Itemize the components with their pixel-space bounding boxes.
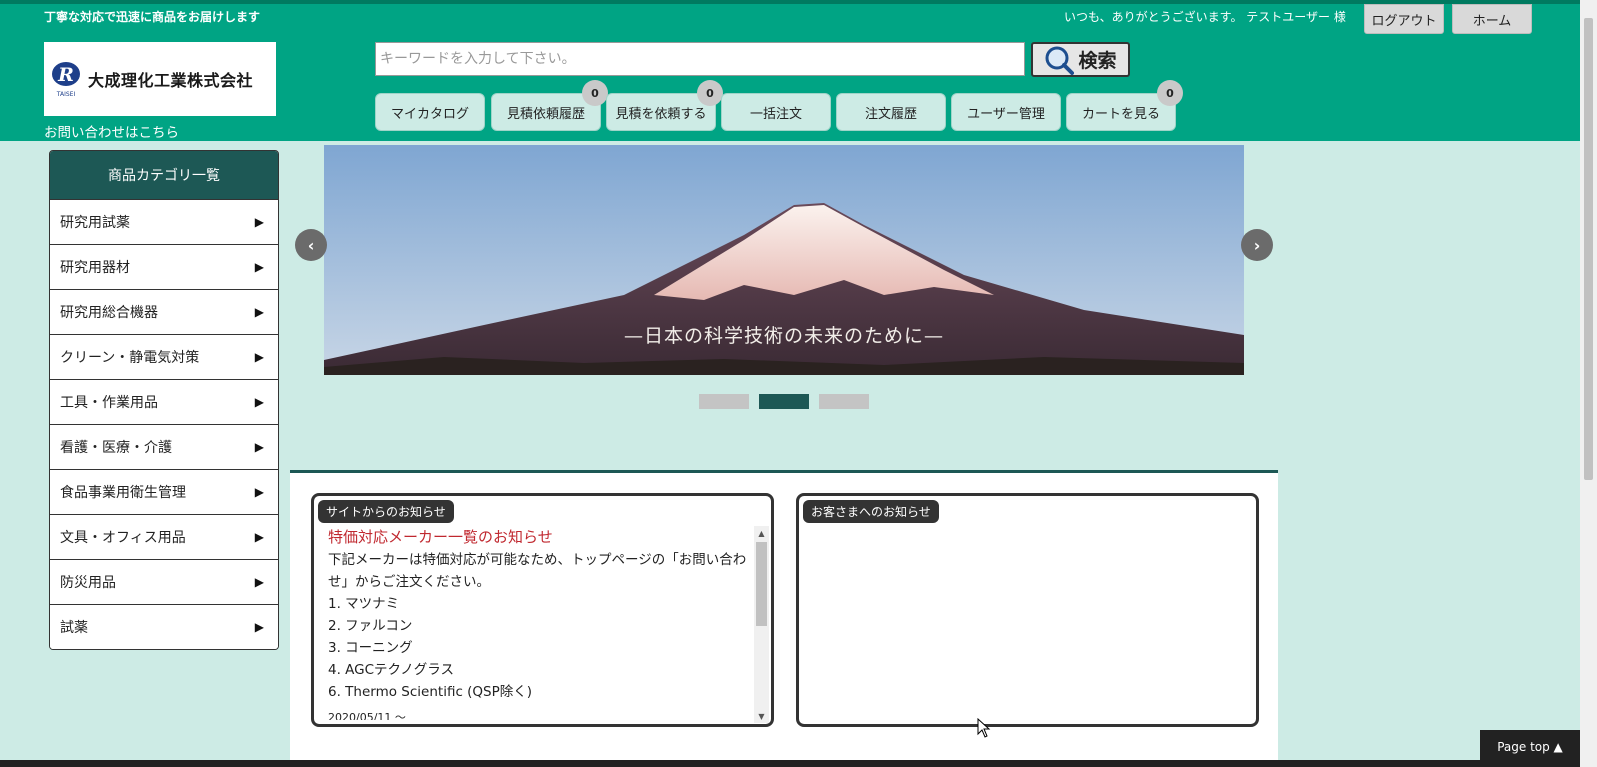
customer-notice-panel: お客さまへのお知らせ xyxy=(796,493,1259,727)
panel-tag: お客さまへのお知らせ xyxy=(803,500,939,523)
tagline: 丁寧な対応で迅速に商品をお届けします xyxy=(44,10,261,24)
list-item: 3. コーニング xyxy=(328,640,413,656)
list-item: 1. マツナミ xyxy=(328,596,400,612)
nav-label: ユーザー管理 xyxy=(967,106,1045,122)
sidebar-item-food-hygiene[interactable]: 食品事業用衛生管理 ▶ xyxy=(50,469,278,514)
category-sidebar: 商品カテゴリ一覧 研究用試薬 ▶ 研究用器材 ▶ 研究用総合機器 ▶ クリーン・静電気… xyxy=(49,150,279,650)
nav-label: 注文履歴 xyxy=(864,106,917,122)
notice-scroll-area[interactable]: 特価対応メーカー一覧のお知らせ 下記メーカーは特価対応が可能なため、トップページ… xyxy=(328,526,753,720)
site-header: 丁寧な対応で迅速に商品をお届けします いつも、ありがとうございます。 テストユー… xyxy=(0,0,1580,141)
scroll-up-icon[interactable]: ▲ xyxy=(754,526,769,540)
sidebar-item-research-equipment[interactable]: 研究用器材 ▶ xyxy=(50,244,278,289)
page-scrollbar[interactable] xyxy=(1580,0,1597,767)
hero-carousel[interactable]: —日本の科学技術の未来のために— xyxy=(324,145,1244,375)
home-button[interactable]: ホーム xyxy=(1452,4,1532,34)
sidebar-item-label: 研究用総合機器 xyxy=(60,305,158,321)
maker-list: 1. マツナミ 2. ファルコン 3. コーニング 4. AGCテクノグラス 6… xyxy=(328,593,753,703)
sidebar-item-reagents[interactable]: 試薬 ▶ xyxy=(50,604,278,649)
banner-caption: —日本の科学技術の未来のために— xyxy=(623,325,944,347)
magnifier-icon xyxy=(1045,46,1075,75)
nav-label: 一括注文 xyxy=(749,106,802,122)
sidebar-item-research-reagents[interactable]: 研究用試薬 ▶ xyxy=(50,199,278,244)
sidebar-item-label: 看護・医療・介護 xyxy=(60,440,172,456)
notice-title[interactable]: 特価対応メーカー一覧のお知らせ xyxy=(328,526,753,547)
logout-button[interactable]: ログアウト xyxy=(1364,4,1444,34)
panel-tag: サイトからのお知らせ xyxy=(318,500,454,523)
list-item: 4. AGCテクノグラス xyxy=(328,662,454,678)
list-item: 6. Thermo Scientific (QSP除く) xyxy=(328,684,533,700)
site-notice-panel: サイトからのお知らせ 特価対応メーカー一覧のお知らせ 下記メーカーは特価対応が可… xyxy=(311,493,774,727)
sidebar-item-nursing-medical[interactable]: 看護・医療・介護 ▶ xyxy=(50,424,278,469)
chevron-left-icon: ‹ xyxy=(307,235,315,255)
page-top-button[interactable]: Page top ▲ xyxy=(1480,730,1580,763)
arrow-right-icon: ▶ xyxy=(254,260,264,274)
taisei-logo-icon: R TAISEI xyxy=(50,58,82,100)
nav-user-management[interactable]: ユーザー管理 xyxy=(951,93,1061,131)
arrow-right-icon: ▶ xyxy=(254,620,264,634)
contact-link[interactable]: お問い合わせはこちら xyxy=(44,121,179,141)
nav-label: カートを見る xyxy=(1081,106,1160,122)
arrow-right-icon: ▶ xyxy=(254,215,264,229)
nav-request-quote[interactable]: 見積を依頼する 0 xyxy=(606,80,723,131)
chevron-right-icon: › xyxy=(1253,235,1261,255)
sidebar-item-label: 防災用品 xyxy=(60,575,116,591)
mouse-cursor-icon xyxy=(977,718,991,738)
sidebar-item-label: 工具・作業用品 xyxy=(60,395,158,411)
nav-label: 見積依頼履歴 xyxy=(506,106,585,122)
sidebar-item-label: 食品事業用衛生管理 xyxy=(60,485,186,501)
carousel-dot-1[interactable] xyxy=(699,394,749,409)
arrow-right-icon: ▶ xyxy=(254,395,264,409)
quote-history-count-badge: 0 xyxy=(582,80,608,106)
nav-my-catalog[interactable]: マイカタログ xyxy=(375,93,485,131)
page-scroll-thumb[interactable] xyxy=(1584,18,1593,480)
list-item: 2. ファルコン xyxy=(328,618,413,634)
scroll-thumb[interactable] xyxy=(756,542,767,626)
arrow-right-icon: ▶ xyxy=(254,350,264,364)
nav-view-cart[interactable]: カートを見る 0 xyxy=(1066,80,1183,131)
carousel-next-button[interactable]: › xyxy=(1241,229,1273,261)
sidebar-item-label: 研究用器材 xyxy=(60,260,130,276)
cart-count-badge: 0 xyxy=(1157,80,1183,106)
notice-date: 2020/05/11 ～ xyxy=(328,711,406,720)
svg-text:TAISEI: TAISEI xyxy=(56,91,76,98)
arrow-right-icon: ▶ xyxy=(254,575,264,589)
search-input[interactable] xyxy=(375,42,1025,76)
arrow-right-icon: ▶ xyxy=(254,485,264,499)
greeting-text: いつも、ありがとうございます。 テストユーザー 様 xyxy=(1064,10,1346,24)
nav-bulk-order[interactable]: 一括注文 xyxy=(721,93,831,131)
carousel-dot-2[interactable] xyxy=(759,394,809,409)
scroll-down-icon[interactable]: ▼ xyxy=(754,709,769,723)
sidebar-item-disaster-prevention[interactable]: 防災用品 ▶ xyxy=(50,559,278,604)
sidebar-item-label: 研究用試薬 xyxy=(60,215,130,231)
notice-body: 下記メーカーは特価対応が可能なため、トップページの「お問い合わせ」からご注文くだ… xyxy=(328,552,747,590)
sidebar-title: 商品カテゴリ一覧 xyxy=(50,151,278,199)
sidebar-item-label: 文具・オフィス用品 xyxy=(60,530,186,546)
search-button-label: 検索 xyxy=(1078,50,1117,72)
sidebar-item-clean-antistatic[interactable]: クリーン・静電気対策 ▶ xyxy=(50,334,278,379)
arrow-right-icon: ▶ xyxy=(254,440,264,454)
sidebar-item-tools-work[interactable]: 工具・作業用品 ▶ xyxy=(50,379,278,424)
notice-section: サイトからのお知らせ 特価対応メーカー一覧のお知らせ 下記メーカーは特価対応が可… xyxy=(290,470,1278,767)
carousel-dot-3[interactable] xyxy=(819,394,869,409)
arrow-right-icon: ▶ xyxy=(254,530,264,544)
search-button[interactable]: 検索 xyxy=(1031,42,1130,77)
company-logo[interactable]: R TAISEI 大成理化工業株式会社 xyxy=(44,42,276,116)
company-name: 大成理化工業株式会社 xyxy=(88,71,254,90)
sidebar-item-research-instruments[interactable]: 研究用総合機器 ▶ xyxy=(50,289,278,334)
nav-order-history[interactable]: 注文履歴 xyxy=(836,93,946,131)
svg-text:R: R xyxy=(57,64,74,86)
nav-quote-history[interactable]: 見積依頼履歴 0 xyxy=(491,80,608,131)
nav-label: マイカタログ xyxy=(390,106,469,122)
notice-scrollbar[interactable]: ▲ ▼ xyxy=(754,526,769,723)
sidebar-item-label: 試薬 xyxy=(60,620,88,636)
sidebar-item-label: クリーン・静電気対策 xyxy=(60,350,200,366)
sidebar-item-stationery-office[interactable]: 文具・オフィス用品 ▶ xyxy=(50,514,278,559)
request-quote-count-badge: 0 xyxy=(697,80,723,106)
nav-label: 見積を依頼する xyxy=(615,106,707,122)
bottom-bar xyxy=(0,760,1580,767)
carousel-prev-button[interactable]: ‹ xyxy=(295,229,327,261)
arrow-right-icon: ▶ xyxy=(254,305,264,319)
